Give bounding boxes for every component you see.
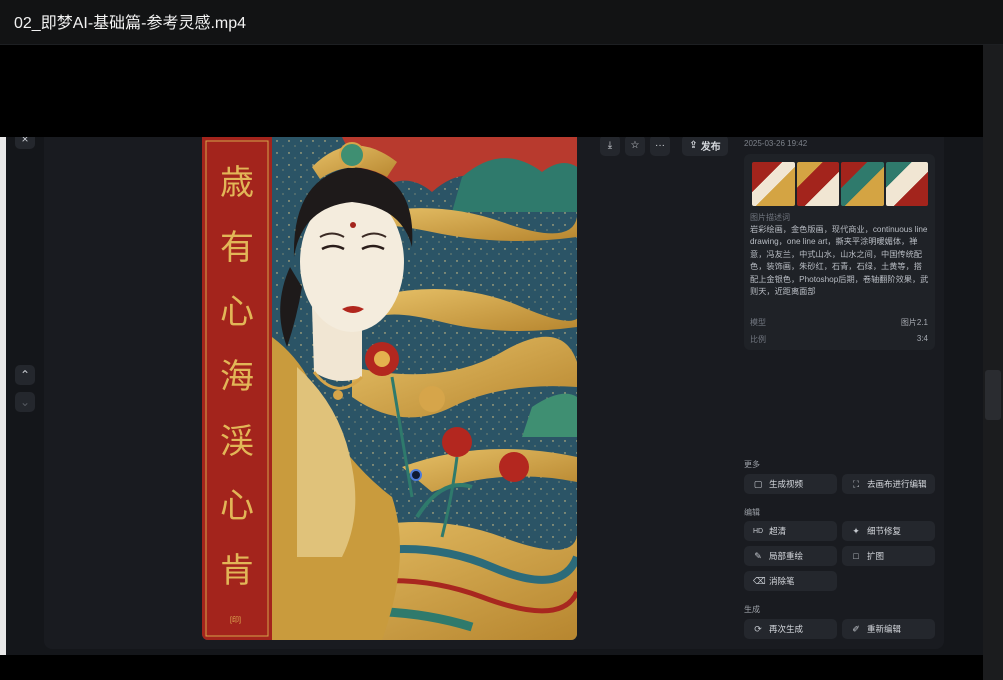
next-image-button[interactable]: ⌄ xyxy=(15,392,35,412)
re-edit-label: 重新编辑 xyxy=(867,624,902,634)
local-redraw-label: 局部重绘 xyxy=(769,551,804,561)
expand-label: 扩图 xyxy=(867,551,885,561)
thumbnail[interactable] xyxy=(885,162,928,206)
detail-repair-button[interactable]: ✦ 细节修复 xyxy=(842,521,935,541)
model-row: 模型 图片2.1 xyxy=(750,317,928,328)
upscale-label: 超清 xyxy=(769,526,787,536)
more-options-button[interactable]: ··· xyxy=(650,137,670,156)
calligraphy-char: 心 xyxy=(220,486,254,527)
video-letterbox-top xyxy=(0,45,1003,137)
created-timestamp: 2025-03-26 19:42 xyxy=(744,139,808,148)
canvas-edit-label: 去画布进行编辑 xyxy=(867,479,927,489)
calligraphy-char: 心 xyxy=(220,292,254,333)
hd-icon: HD xyxy=(753,527,764,535)
reference-thumbnails xyxy=(752,162,928,206)
calligraphy-char: 肯 xyxy=(220,551,254,592)
model-value: 图片2.1 xyxy=(900,318,928,327)
chevron-up-icon: ⌃ xyxy=(19,368,31,382)
publish-label: 发布 xyxy=(700,142,721,153)
calligraphy-char: 渓 xyxy=(220,421,254,462)
thumbnail[interactable] xyxy=(841,162,884,206)
ratio-value: 3:4 xyxy=(916,334,928,343)
download-icon: ⤓ xyxy=(607,140,613,151)
publish-button[interactable]: ⇪ 发布 xyxy=(682,137,728,156)
generate-video-button[interactable]: ▢ 生成视频 xyxy=(744,474,837,494)
refresh-icon: ⟳ xyxy=(754,623,762,634)
pencil-icon: ✐ xyxy=(852,623,860,634)
scrollbar-thumb[interactable] xyxy=(985,370,1001,420)
calligraphy-char: 有 xyxy=(220,227,254,268)
star-icon: ☆ xyxy=(630,140,640,151)
thumbnail[interactable] xyxy=(752,162,795,206)
image-info-card: 图片描述词 岩彩绘画，金色版画，现代商业，continuous line dra… xyxy=(744,154,935,350)
video-title: 02_即梦AI-基础篇-参考灵感.mp4 xyxy=(14,15,247,32)
calligraphy-char: 海 xyxy=(220,356,254,397)
artist-seal: [印] xyxy=(230,617,241,624)
section-edit-label: 编辑 xyxy=(744,508,760,517)
re-edit-button[interactable]: ✐ 重新编辑 xyxy=(842,619,935,639)
upload-icon: ⇪ xyxy=(689,140,698,151)
mouse-cursor-indicator xyxy=(410,469,422,481)
regenerate-label: 再次生成 xyxy=(769,624,804,634)
upscale-button[interactable]: HD 超清 xyxy=(744,521,837,541)
local-redraw-button[interactable]: ✎ 局部重绘 xyxy=(744,546,837,566)
video-title-bar: 02_即梦AI-基础篇-参考灵感.mp4 xyxy=(0,0,1003,45)
ratio-row: 比例 3:4 xyxy=(750,334,928,345)
download-button[interactable]: ⤓ xyxy=(600,137,620,156)
description-label: 图片描述词 xyxy=(750,213,790,222)
canvas-edit-button[interactable]: ⛶ 去画布进行编辑 xyxy=(842,474,935,494)
regenerate-button[interactable]: ⟳ 再次生成 xyxy=(744,619,837,639)
left-edge-strip xyxy=(0,137,6,655)
prompt-description[interactable]: 岩彩绘画，金色版画，现代商业，continuous line drawing，o… xyxy=(750,224,930,298)
eraser-button[interactable]: ⌫ 消除笔 xyxy=(744,571,837,591)
chevron-down-icon: ⌄ xyxy=(19,395,31,409)
model-label: 模型 xyxy=(750,318,766,327)
expand-button[interactable]: □ 扩图 xyxy=(842,546,935,566)
eraser-label: 消除笔 xyxy=(769,576,795,586)
calligraphy-char: 歳 xyxy=(220,162,254,203)
magic-wand-icon: ✦ xyxy=(852,525,860,536)
close-button[interactable]: × xyxy=(15,137,35,149)
calligraphy-column: 歳 有 心 海 渓 心 肯 xyxy=(202,137,272,640)
section-generate-label: 生成 xyxy=(744,605,760,614)
video-letterbox-bottom xyxy=(0,655,1003,680)
detail-repair-label: 细节修复 xyxy=(867,526,902,536)
ratio-label: 比例 xyxy=(750,335,766,344)
favorite-button[interactable]: ☆ xyxy=(625,137,645,156)
close-icon: × xyxy=(21,137,29,146)
previous-image-button[interactable]: ⌃ xyxy=(15,365,35,385)
expand-icon: □ xyxy=(853,551,859,561)
image-detail-view: × ⌃ ⌄ 歳 有 心 海 渓 心 肯 [印] ⤓ ☆ ··· ⇪ 发布 202… xyxy=(0,137,983,655)
brush-icon: ✎ xyxy=(754,550,762,561)
scrollbar[interactable] xyxy=(983,45,1003,680)
video-icon: ▢ xyxy=(753,478,763,489)
generate-video-label: 生成视频 xyxy=(769,479,804,489)
section-more-label: 更多 xyxy=(744,460,760,469)
generated-image[interactable]: 歳 有 心 海 渓 心 肯 [印] xyxy=(202,137,577,640)
more-icon: ··· xyxy=(655,140,665,151)
thumbnail[interactable] xyxy=(796,162,839,206)
eraser-icon: ⌫ xyxy=(753,575,766,586)
canvas-icon: ⛶ xyxy=(852,478,860,489)
